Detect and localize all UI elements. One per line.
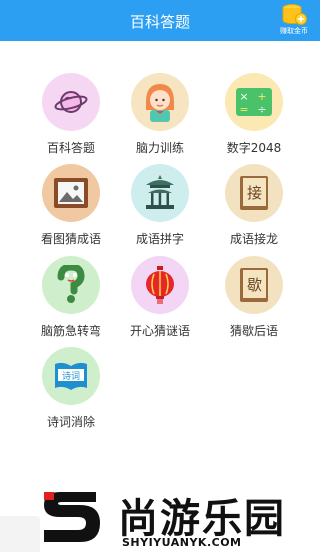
- top-bar: 百科答题 赚取金币: [0, 0, 320, 41]
- poem-book-icon: 诗词: [55, 362, 87, 390]
- game-item-riddle[interactable]: 开心猜谜语: [115, 256, 205, 339]
- game-item-brain-training[interactable]: 脑力训练: [115, 73, 205, 156]
- pavilion-icon: [146, 175, 174, 209]
- game-label: 开心猜谜语: [129, 324, 190, 338]
- game-item-xiehouyu[interactable]: 歇 猜歇后语: [209, 256, 299, 339]
- book-xie-icon: 歇: [240, 268, 268, 302]
- watermark-url: SHYIYUANYK.COM: [122, 536, 242, 549]
- picture-frame-icon: [54, 178, 88, 208]
- book-jie-glyph: 接: [247, 184, 262, 202]
- page-title: 百科答题: [129, 13, 190, 31]
- game-item-brain-teaser[interactable]: 脑筋急转弯: [26, 256, 116, 339]
- game-label: 猜歇后语: [229, 324, 278, 338]
- game-label: 诗词消除: [46, 415, 95, 429]
- svg-text:÷: ÷: [257, 103, 266, 116]
- watermark-logo-icon: [44, 492, 100, 542]
- lantern-icon: [146, 266, 174, 304]
- game-item-poem[interactable]: 诗词 诗词消除: [26, 347, 116, 430]
- game-item-idiom-chain[interactable]: 接 成语接龙: [209, 164, 299, 247]
- math-symbols-icon: × + = ÷: [236, 88, 272, 116]
- game-label: 百科答题: [46, 141, 95, 155]
- book-jie-icon: 接: [240, 176, 268, 210]
- coin-stack-icon: [282, 4, 307, 25]
- game-item-2048[interactable]: × + = ÷ 数字2048: [209, 73, 299, 156]
- question-mark-icon: [57, 265, 85, 303]
- svg-text:×: ×: [239, 90, 248, 103]
- game-label: 脑筋急转弯: [40, 324, 101, 338]
- game-label: 成语拼字: [135, 232, 184, 246]
- planet-icon: [54, 91, 88, 113]
- poem-book-glyph: 诗词: [62, 371, 80, 382]
- game-label: 数字2048: [226, 141, 282, 155]
- game-item-picture-idiom[interactable]: 看图猜成语: [26, 164, 116, 247]
- game-label: 成语接龙: [229, 232, 278, 246]
- site-watermark: 尚游乐园 SHYIYUANYK.COM: [30, 482, 320, 552]
- game-label: 脑力训练: [135, 141, 184, 155]
- earn-coins-label: 赚取金币: [280, 27, 308, 35]
- earn-coins-button[interactable]: 赚取金币: [276, 3, 312, 39]
- svg-text:+: +: [257, 90, 266, 103]
- book-xie-glyph: 歇: [247, 276, 262, 294]
- svg-text:=: =: [239, 103, 248, 116]
- game-label: 看图猜成语: [40, 232, 101, 246]
- game-item-baike[interactable]: 百科答题: [26, 73, 116, 156]
- girl-avatar-icon: [146, 84, 174, 122]
- game-item-idiom-spelling[interactable]: 成语拼字: [115, 164, 205, 247]
